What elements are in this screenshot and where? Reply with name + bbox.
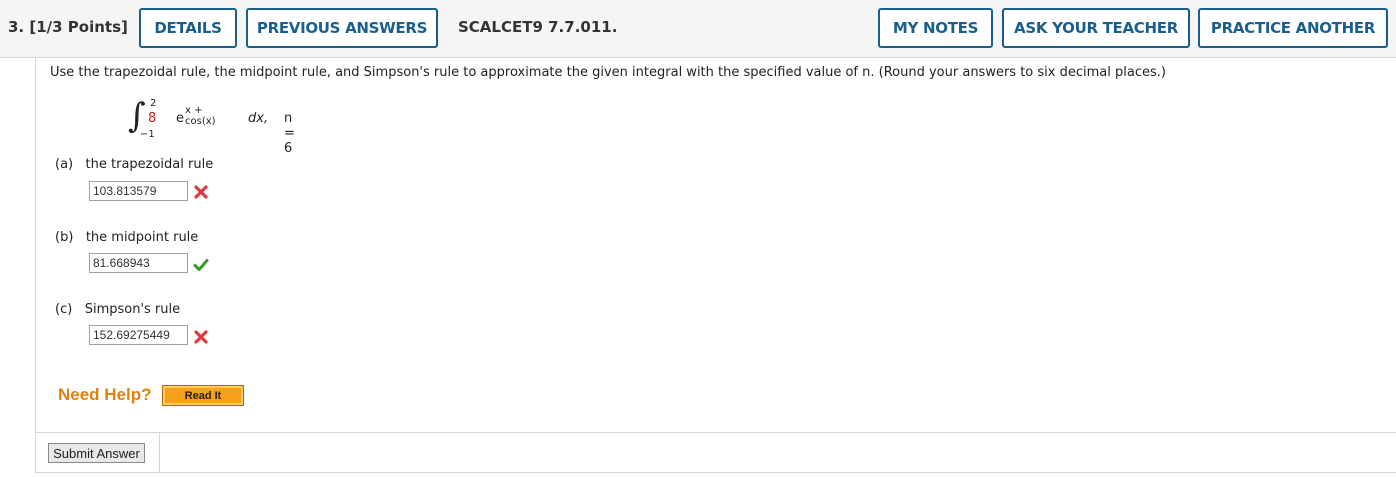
- part-a-label: (a) the trapezoidal rule: [55, 157, 213, 172]
- my-notes-button[interactable]: MY NOTES: [878, 8, 993, 48]
- part-a-letter: (a): [55, 157, 74, 172]
- part-b-label: (b) the midpoint rule: [55, 230, 198, 245]
- question-header: 3. [1/3 Points] DETAILS PREVIOUS ANSWERS…: [0, 0, 1396, 58]
- problem-code: SCALCET9 7.7.011.: [458, 18, 618, 36]
- part-a-text: the trapezoidal rule: [85, 157, 214, 172]
- submit-answer-button[interactable]: Submit Answer: [48, 443, 145, 463]
- ask-your-teacher-button[interactable]: ASK YOUR TEACHER: [1002, 8, 1190, 48]
- question-number: 3. [1/3 Points]: [8, 18, 128, 36]
- n-value: n = 6: [284, 111, 295, 156]
- question-instructions: Use the trapezoidal rule, the midpoint r…: [50, 65, 1166, 80]
- points-text: [1/3 Points]: [29, 18, 128, 36]
- part-c-text: Simpson's rule: [84, 302, 181, 317]
- integrand-coefficient: 8: [148, 111, 157, 126]
- part-b-answer-input[interactable]: 81.668943: [89, 253, 188, 273]
- practice-another-button[interactable]: PRACTICE ANOTHER: [1198, 8, 1388, 48]
- read-it-button[interactable]: Read It: [162, 385, 244, 406]
- part-c-letter: (c): [55, 302, 73, 317]
- need-help-label: Need Help?: [58, 385, 152, 404]
- lower-limit: −1: [140, 129, 155, 140]
- part-c-answer-input[interactable]: 152.69275449: [89, 325, 188, 345]
- part-a-answer-input[interactable]: 103.813579: [89, 181, 188, 201]
- part-b-letter: (b): [55, 230, 74, 245]
- correct-check-icon: [193, 259, 209, 271]
- integrand-base: e: [176, 111, 184, 126]
- incorrect-x-icon: [194, 330, 208, 344]
- part-b-text: the midpoint rule: [85, 230, 199, 245]
- details-button[interactable]: DETAILS: [139, 8, 237, 48]
- previous-answers-button[interactable]: PREVIOUS ANSWERS: [246, 8, 438, 48]
- section-divider: [160, 432, 1396, 433]
- question-body: [35, 57, 1396, 473]
- part-c-label: (c) Simpson's rule: [55, 302, 180, 317]
- question-number-text: 3.: [8, 18, 25, 36]
- differential: dx,: [248, 111, 269, 126]
- integrand-exponent: x + cos(x): [185, 105, 216, 127]
- upper-limit: 2: [150, 98, 157, 109]
- incorrect-x-icon: [194, 185, 208, 199]
